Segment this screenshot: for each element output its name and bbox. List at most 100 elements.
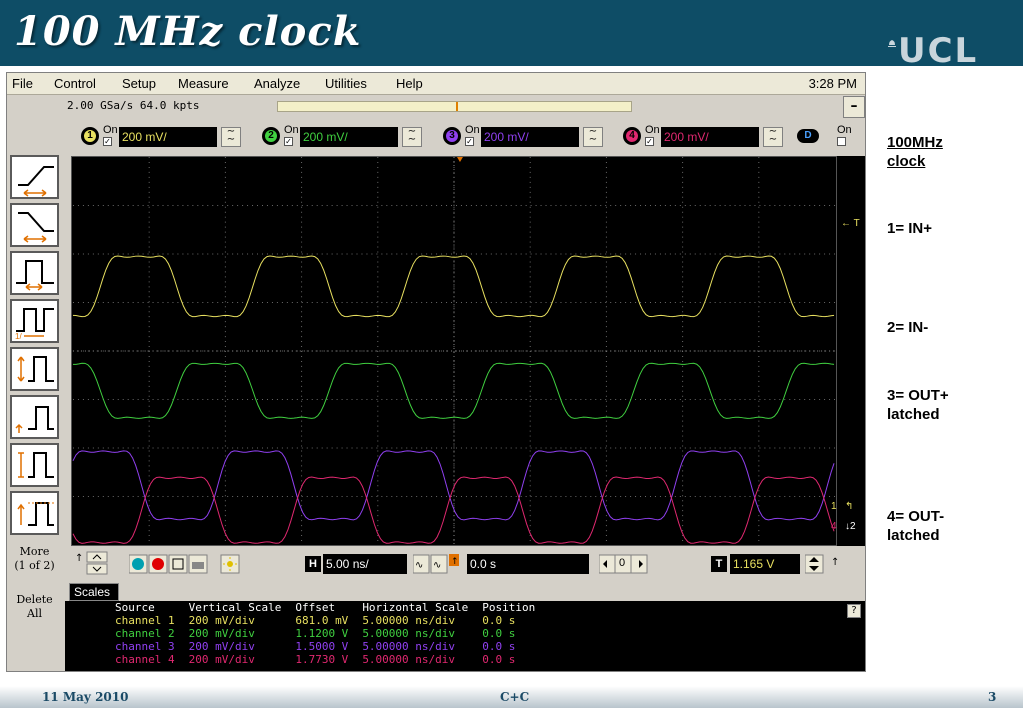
peak-to-peak-button[interactable] [10, 443, 59, 487]
scales-table: Source Vertical Scale Offset Horizontal … [115, 601, 549, 666]
falling-edge-trigger-button[interactable] [10, 203, 59, 247]
peak-to-peak-icon [18, 452, 54, 478]
channel-1-badge[interactable]: 1 [81, 127, 99, 145]
menu-control[interactable]: Control [54, 76, 96, 91]
notes-title: 100MHz clock [887, 134, 943, 170]
help-button[interactable]: ? [847, 604, 861, 618]
table-row: channel 3 200 mV/div 1.5000 V 5.00000 ns/di… [115, 640, 516, 653]
trigger-icon[interactable]: T [711, 556, 727, 572]
scales-header-row: Source Vertical Scale Offset Horizontal … [115, 601, 536, 614]
slide-header: 100 MHz clock UCL [0, 0, 1023, 71]
note-in-minus: 2= IN- [887, 319, 929, 336]
clock-time: 3:28 PM [808, 76, 857, 91]
memory-position-marker [456, 102, 458, 111]
table-row: channel 4 200 mV/div 1.7730 V 5.00000 ns/di… [115, 653, 516, 666]
channel-1-coupling-icon[interactable]: ∼ ∼ [221, 127, 241, 147]
channel-4-coupling-icon[interactable]: ∼ ∼ [763, 127, 783, 147]
trigger-position-marker [456, 157, 463, 162]
note-out-plus: 3= OUT+ latched [887, 387, 949, 423]
svg-text:↑: ↑ [831, 557, 839, 568]
svg-text:∿: ∿ [433, 560, 441, 571]
control-bar: ↑ H 5.00 ns/ ∿ ∿ ↑ 0.0 s 0 T 1.165 V ↑ [65, 548, 865, 578]
quick-action-icons[interactable] [129, 554, 249, 574]
trigger-level-marker: ← T [841, 218, 860, 229]
amplitude-button[interactable] [10, 347, 59, 391]
acquisition-info: 2.00 GSa/s 64.0 kpts [67, 99, 200, 112]
svg-text:1/: 1/ [15, 332, 22, 341]
menu-utilities[interactable]: Utilities [325, 76, 367, 91]
channel-1-scale[interactable]: 200 mV/ [119, 127, 217, 147]
page-number: 3 [988, 690, 997, 704]
channel-4-on-checkbox[interactable]: ✓ [645, 137, 654, 146]
menu-setup[interactable]: Setup [122, 76, 156, 91]
threshold-button[interactable] [10, 395, 59, 439]
svg-text:↑: ↑ [75, 553, 83, 564]
note-out-minus: 4= OUT- latched [887, 508, 945, 544]
more-softkey[interactable]: More (1 of 2) [8, 545, 61, 573]
scroll-arrows-icon[interactable]: ↑ [73, 550, 117, 576]
table-row: channel 1 200 mV/div 681.0 mV 5.00000 ns/di… [115, 614, 516, 627]
channel-1-on-checkbox[interactable]: ✓ [103, 137, 112, 146]
channel-2-on-label: On [284, 124, 299, 136]
rising-edge-icon [18, 166, 54, 197]
scales-tab[interactable]: Scales [69, 583, 119, 601]
channel-2-on-checkbox[interactable]: ✓ [284, 137, 293, 146]
menu-file[interactable]: File [12, 76, 33, 91]
note-in-plus: 1= IN+ [887, 220, 933, 237]
digital-channels-icon[interactable]: D [797, 129, 819, 143]
time-scale-field[interactable]: 5.00 ns/ [323, 554, 407, 574]
channel-3-on-checkbox[interactable]: ✓ [465, 137, 474, 146]
delete-all-softkey[interactable]: Delete All [8, 593, 61, 621]
channel-1-on-label: On [103, 124, 118, 136]
table-row: channel 2 200 mV/div 1.1200 V 5.00000 ns/di… [115, 627, 516, 640]
channel-2-badge[interactable]: 2 [262, 127, 280, 145]
rising-edge-trigger-button[interactable] [10, 155, 59, 199]
svg-text:↑: ↑ [451, 557, 459, 567]
threshold-icon [15, 406, 54, 433]
channel-3-coupling-icon[interactable]: ∼ ∼ [583, 127, 603, 147]
channel-3-scale[interactable]: 200 mV/ [481, 127, 579, 147]
channel-2-scale[interactable]: 200 mV/ [300, 127, 398, 147]
oscilloscope-window: File Control Setup Measure Analyze Utili… [6, 72, 866, 672]
digital-on-checkbox[interactable] [837, 137, 846, 146]
ucl-logo: UCL [898, 31, 979, 71]
channel-1-marker-arrow: ↰ [845, 501, 854, 512]
channel-2-coupling-icon[interactable]: ∼ ∼ [402, 127, 422, 147]
channel-4-scale[interactable]: 200 mV/ [661, 127, 759, 147]
period-icon: 1/ [15, 308, 54, 341]
channel-2-marker: ↓2 [845, 521, 856, 532]
waveform-display[interactable] [71, 156, 837, 546]
channel-3-badge[interactable]: 3 [443, 127, 461, 145]
position-value: 0 [619, 557, 626, 569]
slide-footer: 11 May 2010 C+C 3 [0, 686, 1023, 708]
menu-analyze[interactable]: Analyze [254, 76, 300, 91]
minimize-button[interactable]: – [843, 96, 865, 118]
top-value-button[interactable] [10, 491, 59, 535]
time-knob-icons[interactable]: ∿ ∿ ↑ [413, 554, 461, 574]
marker-strip: ← T 1 ↰ 4 ↓2 [831, 156, 865, 546]
horizontal-icon[interactable]: H [305, 556, 321, 572]
softkey-column: 1/ More (1 of 2) Delete All [7, 153, 62, 673]
channel-4-ground-marker: 4 [831, 521, 837, 532]
footer-center: C+C [500, 690, 530, 704]
amplitude-icon [17, 356, 54, 382]
scales-panel: Source Vertical Scale Offset Horizontal … [65, 601, 865, 671]
menu-measure[interactable]: Measure [178, 76, 229, 91]
svg-text:∿: ∿ [415, 560, 423, 571]
acquisition-memory-bar [277, 101, 632, 112]
slide-title: 100 MHz clock [14, 8, 362, 55]
time-position-field[interactable]: 0.0 s [467, 554, 589, 574]
trigger-level-field[interactable]: 1.165 V [730, 554, 800, 574]
slide: 100 MHz clock UCL File Control Setup Mea… [0, 0, 1023, 708]
trigger-level-stepper[interactable]: ↑ [805, 554, 853, 574]
menu-bar: File Control Setup Measure Analyze Utili… [7, 73, 865, 95]
channel-4-badge[interactable]: 4 [623, 127, 641, 145]
top-value-icon [17, 502, 54, 526]
pulse-width-icon [16, 260, 54, 291]
period-button[interactable]: 1/ [10, 299, 59, 343]
digital-on-label: On [837, 124, 852, 136]
menu-help[interactable]: Help [396, 76, 423, 91]
channel-3-on-label: On [465, 124, 480, 136]
channel-toolbar: 2.00 GSa/s 64.0 kpts – 1 On ✓ 200 mV/ ∼ ∼… [65, 96, 865, 154]
pulse-width-button[interactable] [10, 251, 59, 295]
